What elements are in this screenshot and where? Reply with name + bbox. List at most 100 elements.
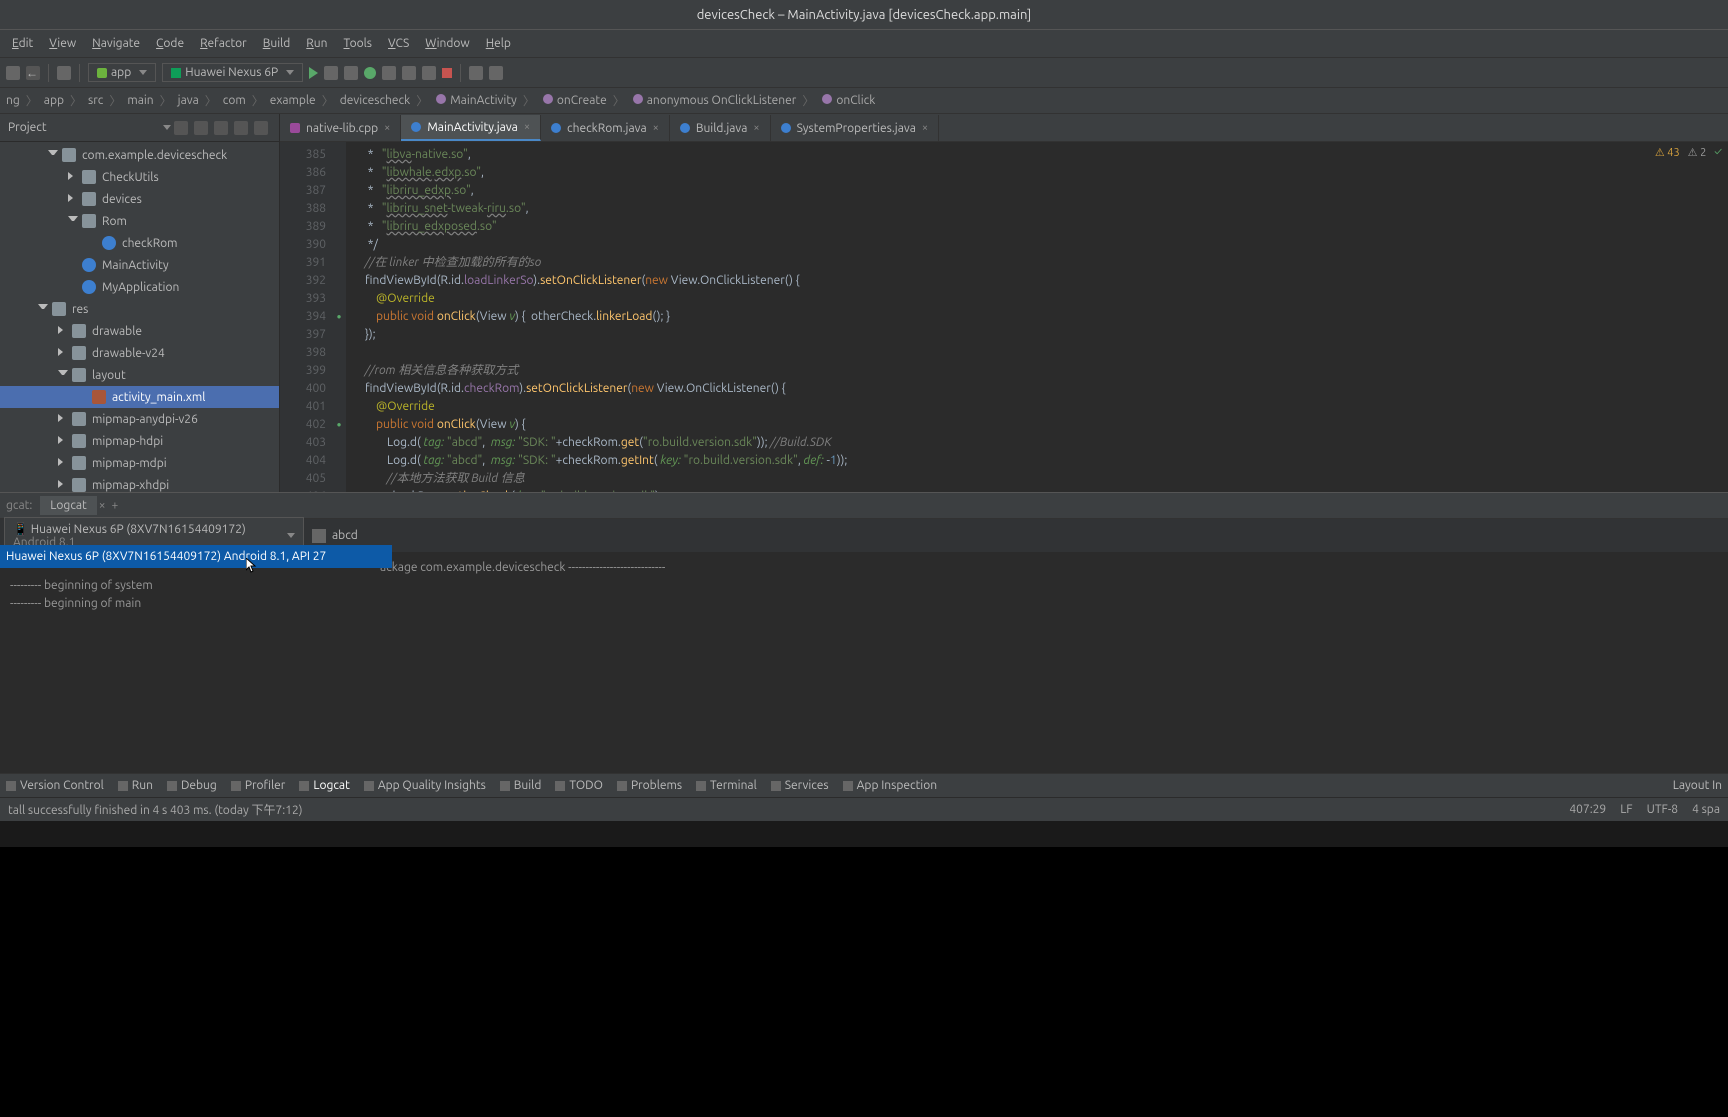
tab-mainactivity-java[interactable]: MainActivity.java× [401, 115, 541, 141]
bottom-tab-layout[interactable]: Layout In [1673, 779, 1722, 792]
avd-icon[interactable] [489, 66, 503, 80]
bottom-tab-app-inspection[interactable]: App Inspection [843, 779, 937, 792]
gear-icon[interactable] [234, 121, 248, 135]
code-view[interactable]: 3853863873883893903913923933943973983994… [280, 142, 1728, 492]
attach-debugger-icon[interactable] [422, 66, 436, 80]
tree-item-rom[interactable]: Rom [0, 210, 279, 232]
breadcrumb-item[interactable]: src [88, 94, 103, 107]
tab-native-lib-cpp[interactable]: native-lib.cpp× [280, 115, 401, 141]
menu-tools[interactable]: Tools [344, 37, 373, 50]
close-icon[interactable]: × [384, 122, 390, 134]
tree-item-devices[interactable]: devices [0, 188, 279, 210]
back-icon[interactable]: ← [26, 66, 40, 80]
bottom-tab-services[interactable]: Services [771, 779, 829, 792]
close-icon[interactable]: × [653, 122, 659, 134]
close-icon[interactable]: × [922, 122, 928, 134]
expand-icon[interactable] [194, 121, 208, 135]
status-indicator[interactable]: 4 spa [1692, 803, 1720, 816]
tree-item-res[interactable]: res [0, 298, 279, 320]
breadcrumb-item[interactable]: onCreate [541, 94, 607, 107]
profile-icon[interactable] [402, 66, 416, 80]
menu-window[interactable]: Window [425, 37, 469, 50]
menu-navigate[interactable]: Navigate [92, 37, 140, 50]
device-dropdown[interactable]: Huawei Nexus 6P [162, 63, 303, 82]
menu-vcs[interactable]: VCS [388, 37, 409, 50]
menu-build[interactable]: Build [263, 37, 291, 50]
close-icon[interactable]: × [524, 121, 530, 133]
menu-run[interactable]: Run [306, 37, 327, 50]
breadcrumb-item[interactable]: com [223, 94, 246, 107]
bottom-tab-todo[interactable]: TODO [555, 779, 603, 792]
bottom-tab-build[interactable]: Build [500, 779, 542, 792]
debug-icon[interactable] [364, 67, 376, 79]
tab-systemproperties-java[interactable]: SystemProperties.java× [771, 115, 939, 141]
bottom-tab-app-quality-insights[interactable]: App Quality Insights [364, 779, 486, 792]
breadcrumb-item[interactable]: ng [6, 94, 20, 107]
bottom-tab-version-control[interactable]: Version Control [6, 779, 104, 792]
breadcrumb-item[interactable]: example [270, 94, 316, 107]
tree-item-checkrom[interactable]: checkRom [0, 232, 279, 254]
menu-view[interactable]: View [49, 37, 76, 50]
breadcrumb-item[interactable]: onClick [820, 94, 875, 107]
logcat-filter-input[interactable] [332, 529, 532, 542]
logcat-tab[interactable]: Logcat [40, 496, 96, 515]
menu-refactor[interactable]: Refactor [200, 37, 247, 50]
editor-inspections[interactable]: ⚠ 43 ⚠ 2 ✓ [1655, 146, 1722, 159]
sidebar-title[interactable]: Project [8, 121, 159, 134]
tab-build-java[interactable]: Build.java× [670, 115, 771, 141]
bottom-tab-logcat[interactable]: Logcat [299, 779, 349, 792]
logcat-output[interactable]: ackage com.example.devicescheck --------… [0, 553, 1728, 773]
tree-item-myapplication[interactable]: MyApplication [0, 276, 279, 298]
breadcrumb-item[interactable]: main [127, 94, 153, 107]
collapse-icon[interactable] [214, 121, 228, 135]
close-icon[interactable]: × [753, 122, 759, 134]
logcat-filter[interactable] [312, 529, 1724, 543]
tree-item-mipmap-hdpi[interactable]: mipmap-hdpi [0, 430, 279, 452]
run-config-dropdown[interactable]: app [88, 63, 156, 82]
tab-close-icon[interactable]: × [99, 499, 106, 512]
breadcrumb-item[interactable]: app [44, 94, 64, 107]
bottom-tab-profiler[interactable]: Profiler [231, 779, 286, 792]
breadcrumb-item[interactable]: devicescheck [340, 94, 411, 107]
tree-item-activity-main-xml[interactable]: activity_main.xml [0, 386, 279, 408]
tab-checkrom-java[interactable]: checkRom.java× [541, 115, 670, 141]
tree-item-mainactivity[interactable]: MainActivity [0, 254, 279, 276]
menu-edit[interactable]: Edit [12, 37, 33, 50]
git-icon[interactable] [469, 66, 483, 80]
tree-item-com-example-devicescheck[interactable]: com.example.devicescheck [0, 144, 279, 166]
tree-item-mipmap-xhdpi[interactable]: mipmap-xhdpi [0, 474, 279, 492]
chevron-down-icon[interactable] [163, 125, 171, 130]
tree-item-layout[interactable]: layout [0, 364, 279, 386]
breadcrumb-item[interactable]: MainActivity [434, 94, 517, 107]
breadcrumb-item[interactable]: anonymous OnClickListener [631, 94, 797, 107]
status-indicator[interactable]: UTF-8 [1647, 803, 1678, 816]
status-indicator[interactable]: 407:29 [1569, 803, 1606, 816]
open-icon[interactable] [57, 66, 71, 80]
coverage-icon[interactable] [382, 66, 396, 80]
tree-item-drawable[interactable]: drawable [0, 320, 279, 342]
bottom-tab-run[interactable]: Run [118, 779, 153, 792]
hide-icon[interactable] [254, 121, 268, 135]
stop-icon[interactable] [442, 68, 452, 78]
add-tab-icon[interactable]: + [112, 499, 119, 512]
apply-changes-icon[interactable] [324, 66, 338, 80]
menu-code[interactable]: Code [156, 37, 184, 50]
tree-item-checkutils[interactable]: CheckUtils [0, 166, 279, 188]
bottom-tab-debug[interactable]: Debug [167, 779, 217, 792]
status-indicator[interactable]: LF [1620, 803, 1632, 816]
breadcrumb-item[interactable]: java [178, 94, 199, 107]
code-body[interactable]: * "libva-native.so", * "libwhale.edxp.so… [346, 142, 1728, 492]
target-icon[interactable] [174, 121, 188, 135]
bottom-tab-problems[interactable]: Problems [617, 779, 682, 792]
project-sidebar: Project com.example.devicescheckCheckUti… [0, 114, 280, 492]
logcat-device-selector[interactable]: 📱 Huawei Nexus 6P (8XV7N16154409172) And… [4, 517, 304, 554]
tree-item-mipmap-mdpi[interactable]: mipmap-mdpi [0, 452, 279, 474]
sync-icon[interactable] [6, 66, 20, 80]
tree-item-mipmap-anydpi-v26[interactable]: mipmap-anydpi-v26 [0, 408, 279, 430]
logcat-device-popup-item[interactable]: Huawei Nexus 6P (8XV7N16154409172) Andro… [0, 545, 392, 568]
apply-code-icon[interactable] [344, 66, 358, 80]
menu-help[interactable]: Help [486, 37, 511, 50]
tree-item-drawable-v24[interactable]: drawable-v24 [0, 342, 279, 364]
run-icon[interactable] [309, 67, 318, 79]
bottom-tab-terminal[interactable]: Terminal [696, 779, 757, 792]
